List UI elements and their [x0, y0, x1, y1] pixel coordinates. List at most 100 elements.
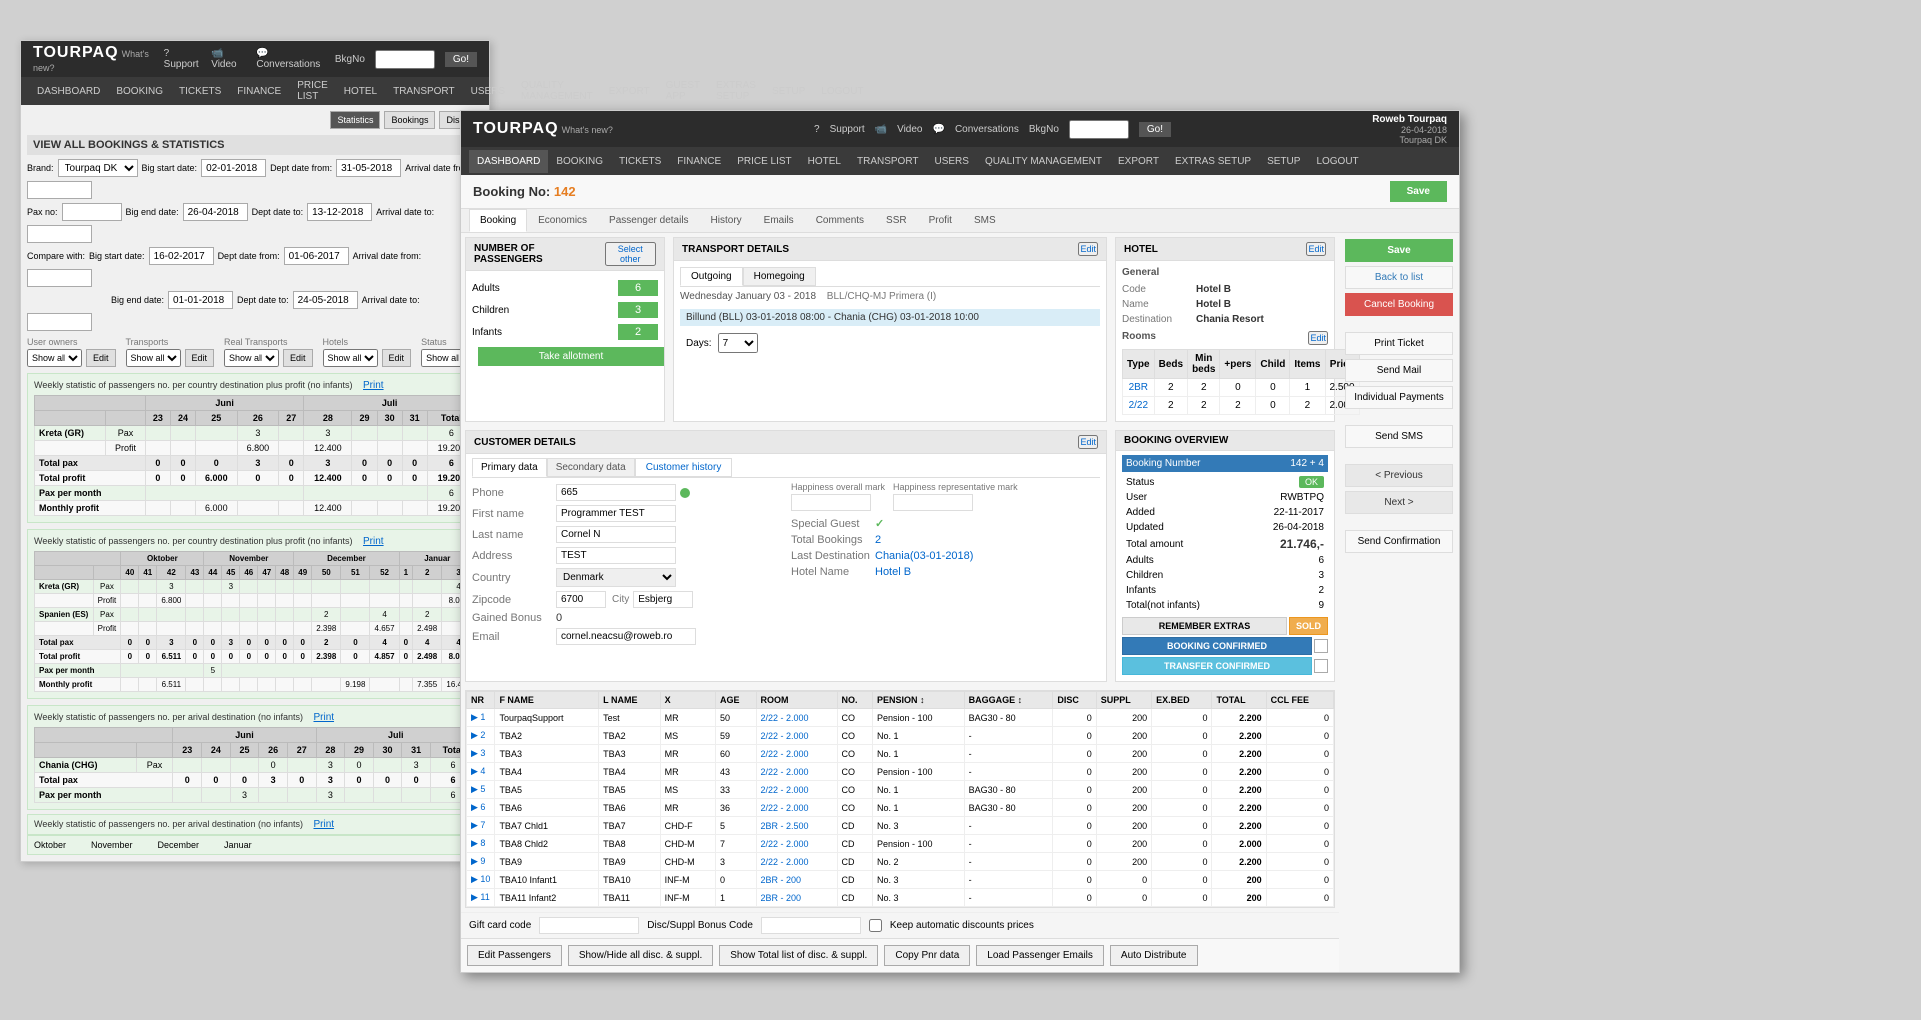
- previous-btn[interactable]: < Previous: [1345, 464, 1453, 487]
- nav-finance[interactable]: FINANCE: [669, 150, 729, 173]
- nav-dashboard[interactable]: DASHBOARD: [469, 150, 548, 173]
- rooms-edit-btn[interactable]: Edit: [1308, 331, 1328, 345]
- select-other-btn[interactable]: Select other: [605, 242, 656, 266]
- remember-extras-btn[interactable]: REMEMBER EXTRAS: [1122, 617, 1287, 635]
- statistics-btn[interactable]: Statistics: [330, 111, 380, 129]
- booking-confirmed-check[interactable]: [1314, 639, 1328, 653]
- tab-economics[interactable]: Economics: [527, 209, 598, 232]
- print-link-1[interactable]: Print: [363, 380, 384, 391]
- tab-passenger-details[interactable]: Passenger details: [598, 209, 700, 232]
- phone-input[interactable]: [556, 484, 676, 501]
- real-transports-edit[interactable]: Edit: [283, 349, 313, 367]
- back-to-list-btn[interactable]: Back to list: [1345, 266, 1453, 289]
- nav-logout[interactable]: LOGOUT: [1308, 150, 1366, 173]
- customer-edit-btn[interactable]: Edit: [1078, 435, 1098, 449]
- nav-quality[interactable]: QUALITY MANAGEMENT: [977, 150, 1110, 173]
- hotel-name-cust-value[interactable]: Hotel B: [875, 566, 911, 578]
- bookings-btn[interactable]: Bookings: [384, 111, 435, 129]
- send-sms-btn[interactable]: Send SMS: [1345, 425, 1453, 448]
- total-bookings-value[interactable]: 2: [875, 534, 881, 546]
- hotels-edit[interactable]: Edit: [382, 349, 412, 367]
- conversations-label[interactable]: Conversations: [955, 124, 1019, 135]
- bkgno-input[interactable]: [1069, 120, 1129, 139]
- individual-payments-btn[interactable]: Individual Payments: [1345, 386, 1453, 409]
- transport-edit-btn[interactable]: Edit: [1078, 242, 1098, 256]
- user-owners-edit[interactable]: Edit: [86, 349, 116, 367]
- bg-nav-booking[interactable]: BOOKING: [108, 80, 171, 103]
- nav-export[interactable]: EXPORT: [1110, 150, 1167, 173]
- transfer-confirmed-btn[interactable]: TRANSFER CONFIRMED: [1122, 657, 1312, 675]
- print-link-3[interactable]: Print: [313, 712, 334, 723]
- tab-comments[interactable]: Comments: [805, 209, 875, 232]
- nav-pricelist[interactable]: PRICE LIST: [729, 150, 799, 173]
- print-link-4[interactable]: Print: [313, 819, 334, 830]
- room-type-1[interactable]: 2BR: [1123, 379, 1155, 397]
- primary-data-tab[interactable]: Primary data: [472, 458, 547, 477]
- room-type-2[interactable]: 2/22: [1123, 397, 1155, 415]
- nav-booking[interactable]: BOOKING: [548, 150, 611, 173]
- arrivalto2-input[interactable]: [27, 313, 92, 331]
- take-allotment-btn[interactable]: Take allotment: [478, 347, 664, 366]
- user-owners-select[interactable]: Show all: [27, 349, 82, 367]
- city-input[interactable]: [633, 591, 693, 608]
- show-total-list-btn[interactable]: Show Total list of disc. & suppl.: [719, 945, 878, 966]
- tab-history[interactable]: History: [700, 209, 753, 232]
- real-transports-select[interactable]: Show all: [224, 349, 279, 367]
- keep-discount-check[interactable]: [869, 919, 882, 932]
- nav-tickets[interactable]: TICKETS: [611, 150, 669, 173]
- homegoing-tab[interactable]: Homegoing: [743, 267, 816, 286]
- print-ticket-btn[interactable]: Print Ticket: [1345, 332, 1453, 355]
- gift-card-input[interactable]: [539, 917, 639, 934]
- email-input[interactable]: [556, 628, 696, 645]
- bigstart2-input[interactable]: [149, 247, 214, 265]
- nav-setup[interactable]: SETUP: [1259, 150, 1308, 173]
- hotels-select[interactable]: Show all: [323, 349, 378, 367]
- bg-nav-logout[interactable]: LOGOUT: [813, 80, 871, 103]
- bigstart-input[interactable]: [201, 159, 266, 177]
- children-count[interactable]: [618, 302, 658, 318]
- last-dest-value[interactable]: Chania(03-01-2018): [875, 550, 973, 562]
- send-confirmation-btn[interactable]: Send Confirmation: [1345, 530, 1453, 553]
- bg-nav-setup[interactable]: SETUP: [764, 80, 813, 103]
- lastname-input[interactable]: [556, 526, 676, 543]
- bg-nav-extras[interactable]: EXTRAS SETUP: [708, 74, 764, 108]
- transports-select[interactable]: Show all: [126, 349, 181, 367]
- country-select[interactable]: Denmark: [556, 568, 676, 587]
- bg-nav-finance[interactable]: FINANCE: [229, 80, 289, 103]
- bg-nav-dashboard[interactable]: DASHBOARD: [29, 80, 108, 103]
- save-btn[interactable]: Save: [1390, 181, 1447, 202]
- booking-confirmed-btn[interactable]: BOOKING CONFIRMED: [1122, 637, 1312, 655]
- tab-profit[interactable]: Profit: [918, 209, 963, 232]
- bg-go-btn[interactable]: Go!: [445, 52, 477, 67]
- arrivalfrom2-input[interactable]: [27, 269, 92, 287]
- address-input[interactable]: [556, 547, 676, 564]
- bg-nav-quality[interactable]: QUALITY MANAGEMENT: [513, 74, 601, 108]
- sidebar-save-btn[interactable]: Save: [1345, 239, 1453, 262]
- disc-suppl-input[interactable]: [761, 917, 861, 934]
- deptfrom2-input[interactable]: [284, 247, 349, 265]
- show-hide-disc-btn[interactable]: Show/Hide all disc. & suppl.: [568, 945, 713, 966]
- nav-hotel[interactable]: HOTEL: [800, 150, 849, 173]
- send-mail-btn[interactable]: Send Mail: [1345, 359, 1453, 382]
- firstname-input[interactable]: [556, 505, 676, 522]
- bg-nav-hotel[interactable]: HOTEL: [336, 80, 385, 103]
- bigend2-input[interactable]: [168, 291, 233, 309]
- tab-emails[interactable]: Emails: [753, 209, 805, 232]
- infants-count[interactable]: [618, 324, 658, 340]
- zipcode-input[interactable]: [556, 591, 606, 608]
- bigend-input[interactable]: [183, 203, 248, 221]
- happiness-rep-input[interactable]: [893, 494, 973, 511]
- edit-passengers-btn[interactable]: Edit Passengers: [467, 945, 562, 966]
- support-label[interactable]: Support: [830, 124, 865, 135]
- happiness-overall-input[interactable]: [791, 494, 871, 511]
- cancel-booking-btn[interactable]: Cancel Booking: [1345, 293, 1453, 316]
- tab-booking[interactable]: Booking: [469, 209, 527, 232]
- outgoing-tab[interactable]: Outgoing: [680, 267, 743, 286]
- print-link-2[interactable]: Print: [363, 536, 384, 547]
- adults-count[interactable]: [618, 280, 658, 296]
- transfer-confirmed-check[interactable]: [1314, 659, 1328, 673]
- deptto2-input[interactable]: [293, 291, 358, 309]
- deptfrom-input[interactable]: [336, 159, 401, 177]
- secondary-data-tab[interactable]: Secondary data: [547, 458, 635, 477]
- nav-extras[interactable]: EXTRAS SETUP: [1167, 150, 1259, 173]
